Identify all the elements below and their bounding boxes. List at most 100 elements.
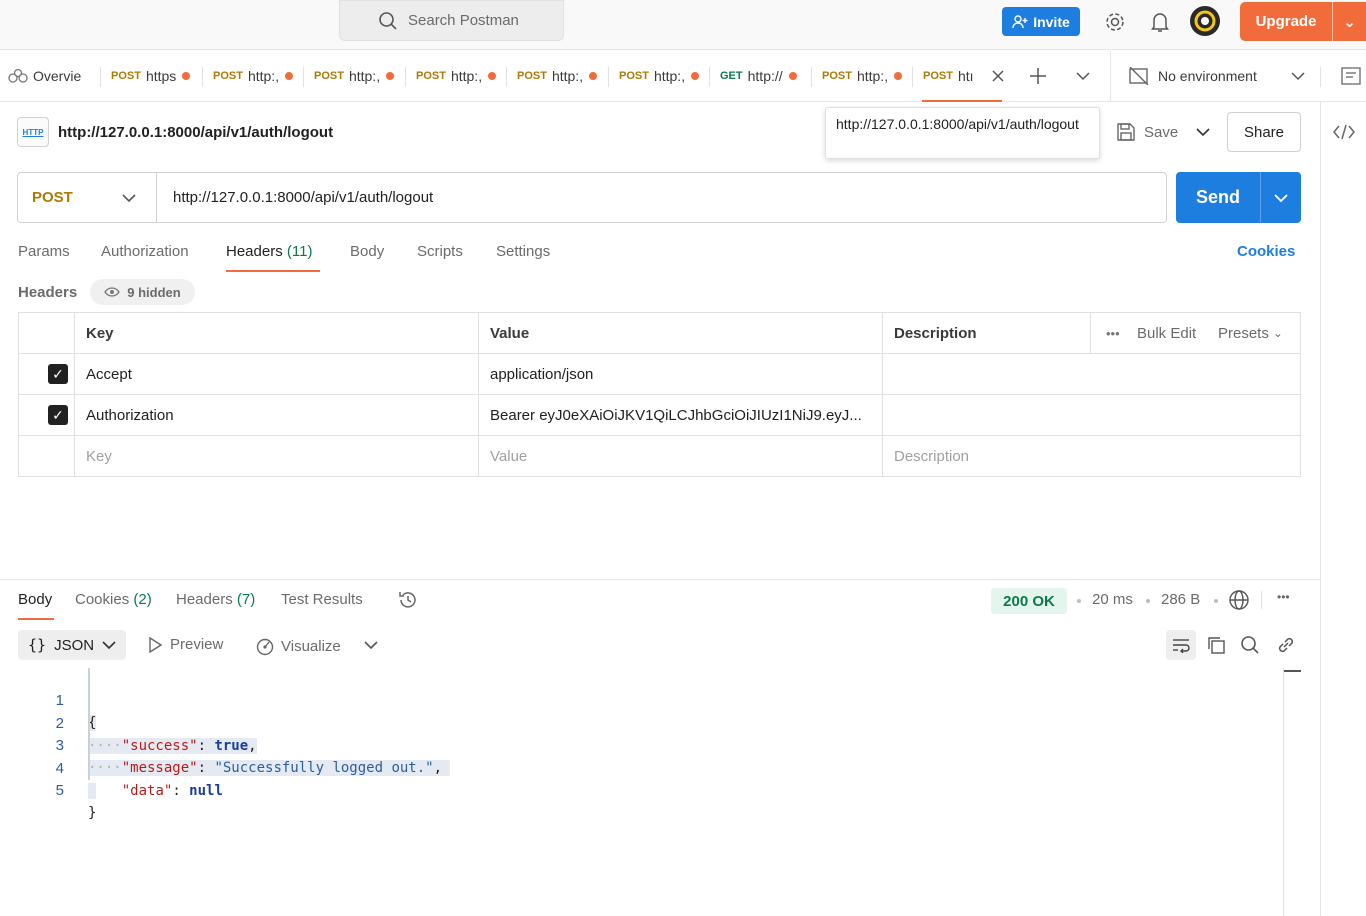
tab-authorization[interactable]: Authorization: [101, 243, 189, 260]
copy-icon[interactable]: [1206, 635, 1226, 655]
wrap-lines-icon[interactable]: [1166, 630, 1196, 660]
unsaved-dot: [488, 72, 497, 80]
invite-button[interactable]: Invite: [1002, 7, 1080, 36]
code-snippet-icon[interactable]: [1333, 124, 1355, 140]
method-selector[interactable]: POST: [18, 173, 157, 222]
request-tab[interactable]: POST http:,: [314, 51, 399, 101]
tabs-dropdown-chevron-icon[interactable]: [1076, 71, 1090, 81]
row-enabled-checkbox[interactable]: ✓: [48, 405, 68, 425]
more-options-icon[interactable]: •••: [1277, 590, 1290, 604]
unsaved-dot: [788, 72, 797, 80]
globe-icon[interactable]: [1228, 589, 1250, 611]
response-size[interactable]: 286 B: [1161, 591, 1200, 608]
request-title[interactable]: http://127.0.0.1:8000/api/v1/auth/logout: [58, 124, 333, 141]
code-line: 2 ····"success": true,: [55, 715, 257, 754]
bulk-edit-button[interactable]: Bulk Edit: [1126, 313, 1196, 353]
visualize-button[interactable]: Visualize: [255, 636, 341, 656]
avatar[interactable]: [1189, 5, 1221, 37]
environment-selector[interactable]: No environment: [1110, 51, 1320, 101]
header-description[interactable]: [883, 354, 1299, 394]
response-tab-cookies[interactable]: Cookies (2): [75, 591, 152, 608]
chevron-down-icon[interactable]: ⌄: [1333, 13, 1366, 31]
settings-gear-icon[interactable]: [1104, 11, 1126, 33]
request-tab[interactable]: POST http:,: [213, 51, 298, 101]
environment-quick-look-icon[interactable]: [1341, 67, 1361, 85]
more-options-icon[interactable]: •••: [1095, 313, 1120, 353]
add-user-icon: [1012, 14, 1028, 28]
new-description-input[interactable]: Description: [883, 436, 1299, 476]
unsaved-dot: [894, 72, 903, 80]
new-key-input[interactable]: Key: [75, 436, 478, 476]
header-value[interactable]: Bearer eyJ0eXAiOiJKV1QiLCJhbGciOiJIUzI1N…: [479, 395, 882, 435]
save-options-chevron-icon[interactable]: [1190, 112, 1216, 152]
request-tab[interactable]: POST http:,: [517, 51, 602, 101]
send-button[interactable]: Send: [1176, 172, 1301, 223]
format-selector[interactable]: {} JSON: [18, 630, 126, 660]
request-tab[interactable]: POST https: [111, 51, 196, 101]
request-tab[interactable]: POST http:,: [619, 51, 704, 101]
unsaved-dot: [285, 72, 294, 80]
url-input[interactable]: http://127.0.0.1:8000/api/v1/auth/logout: [173, 189, 433, 206]
cookies-link[interactable]: Cookies: [1237, 243, 1295, 260]
search-bar[interactable]: Search Postman: [339, 0, 564, 41]
url-tooltip: http://127.0.0.1:8000/api/v1/auth/logout: [825, 107, 1100, 159]
column-key: Key: [86, 324, 114, 342]
code-line: 3 ····"message": "Successfully logged ou…: [55, 737, 451, 776]
tab-bar: Overvie POST https POST http:, POST http:, …: [0, 51, 1366, 102]
save-button[interactable]: Save: [1116, 112, 1178, 152]
overview-icon: [8, 69, 28, 83]
close-icon[interactable]: [991, 69, 1005, 83]
header-description[interactable]: [883, 395, 1299, 435]
code-line: 5 }: [55, 782, 97, 821]
header-key[interactable]: Accept: [75, 354, 478, 394]
request-tab[interactable]: GET http://: [720, 51, 805, 101]
tab-headers[interactable]: Headers (11): [226, 243, 312, 260]
tab-settings[interactable]: Settings: [496, 243, 550, 260]
upgrade-button[interactable]: Upgrade ⌄: [1240, 2, 1366, 41]
row-enabled-checkbox[interactable]: ✓: [48, 364, 68, 384]
tab-params[interactable]: Params: [18, 243, 70, 260]
no-environment-icon: [1129, 67, 1149, 85]
link-icon[interactable]: [1276, 635, 1296, 655]
visualize-icon: [256, 638, 274, 656]
search-icon[interactable]: [1240, 635, 1260, 655]
braces-icon: {}: [28, 636, 47, 654]
presets-dropdown[interactable]: Presets ⌄: [1207, 313, 1283, 353]
header-value[interactable]: application/json: [479, 354, 882, 394]
tab-overview[interactable]: Overvie: [8, 51, 90, 101]
response-tab-test-results[interactable]: Test Results: [281, 591, 363, 608]
table-row: ✓ Authorization Bearer eyJ0eXAiOiJKV1QiL…: [19, 395, 1300, 436]
history-icon[interactable]: [397, 589, 419, 611]
response-time[interactable]: 20 ms: [1092, 591, 1133, 608]
response-tab-headers[interactable]: Headers (7): [176, 591, 255, 608]
code-scrollbar[interactable]: [1283, 668, 1284, 916]
right-sidebar: [1320, 102, 1366, 916]
save-icon: [1117, 123, 1135, 141]
new-tab-plus-icon[interactable]: [1029, 67, 1047, 85]
http-request-icon: HTTP: [17, 117, 49, 147]
request-tab-active[interactable]: POST htı: [923, 51, 978, 101]
eye-icon: [104, 287, 121, 297]
header-key[interactable]: Authorization: [75, 395, 478, 435]
share-button[interactable]: Share: [1227, 112, 1301, 152]
upgrade-label: Upgrade: [1255, 13, 1317, 30]
unsaved-dot: [182, 72, 191, 80]
column-description: Description: [894, 324, 977, 342]
hidden-headers-toggle[interactable]: 9 hidden: [90, 279, 195, 305]
headers-table: Key Value Description ••• Bulk Edit Pres…: [18, 312, 1301, 477]
tab-body[interactable]: Body: [350, 243, 384, 260]
new-value-input[interactable]: Value: [479, 436, 882, 476]
table-row-empty: Key Value Description: [19, 436, 1300, 477]
status-badge[interactable]: 200 OK: [991, 588, 1067, 614]
request-tab[interactable]: POST http:,: [416, 51, 501, 101]
send-options-chevron-icon[interactable]: [1261, 190, 1301, 206]
request-tab[interactable]: POST http:,: [822, 51, 907, 101]
chevron-down-icon[interactable]: [364, 640, 378, 650]
preview-button[interactable]: Preview: [148, 636, 223, 653]
chevron-down-icon: [122, 193, 136, 202]
notifications-bell-icon[interactable]: [1150, 11, 1170, 33]
table-header-row: Key Value Description ••• Bulk Edit Pres…: [19, 313, 1300, 354]
tab-scripts[interactable]: Scripts: [417, 243, 463, 260]
code-line: 4 "data": null: [55, 760, 223, 799]
response-tab-body[interactable]: Body: [18, 591, 52, 608]
